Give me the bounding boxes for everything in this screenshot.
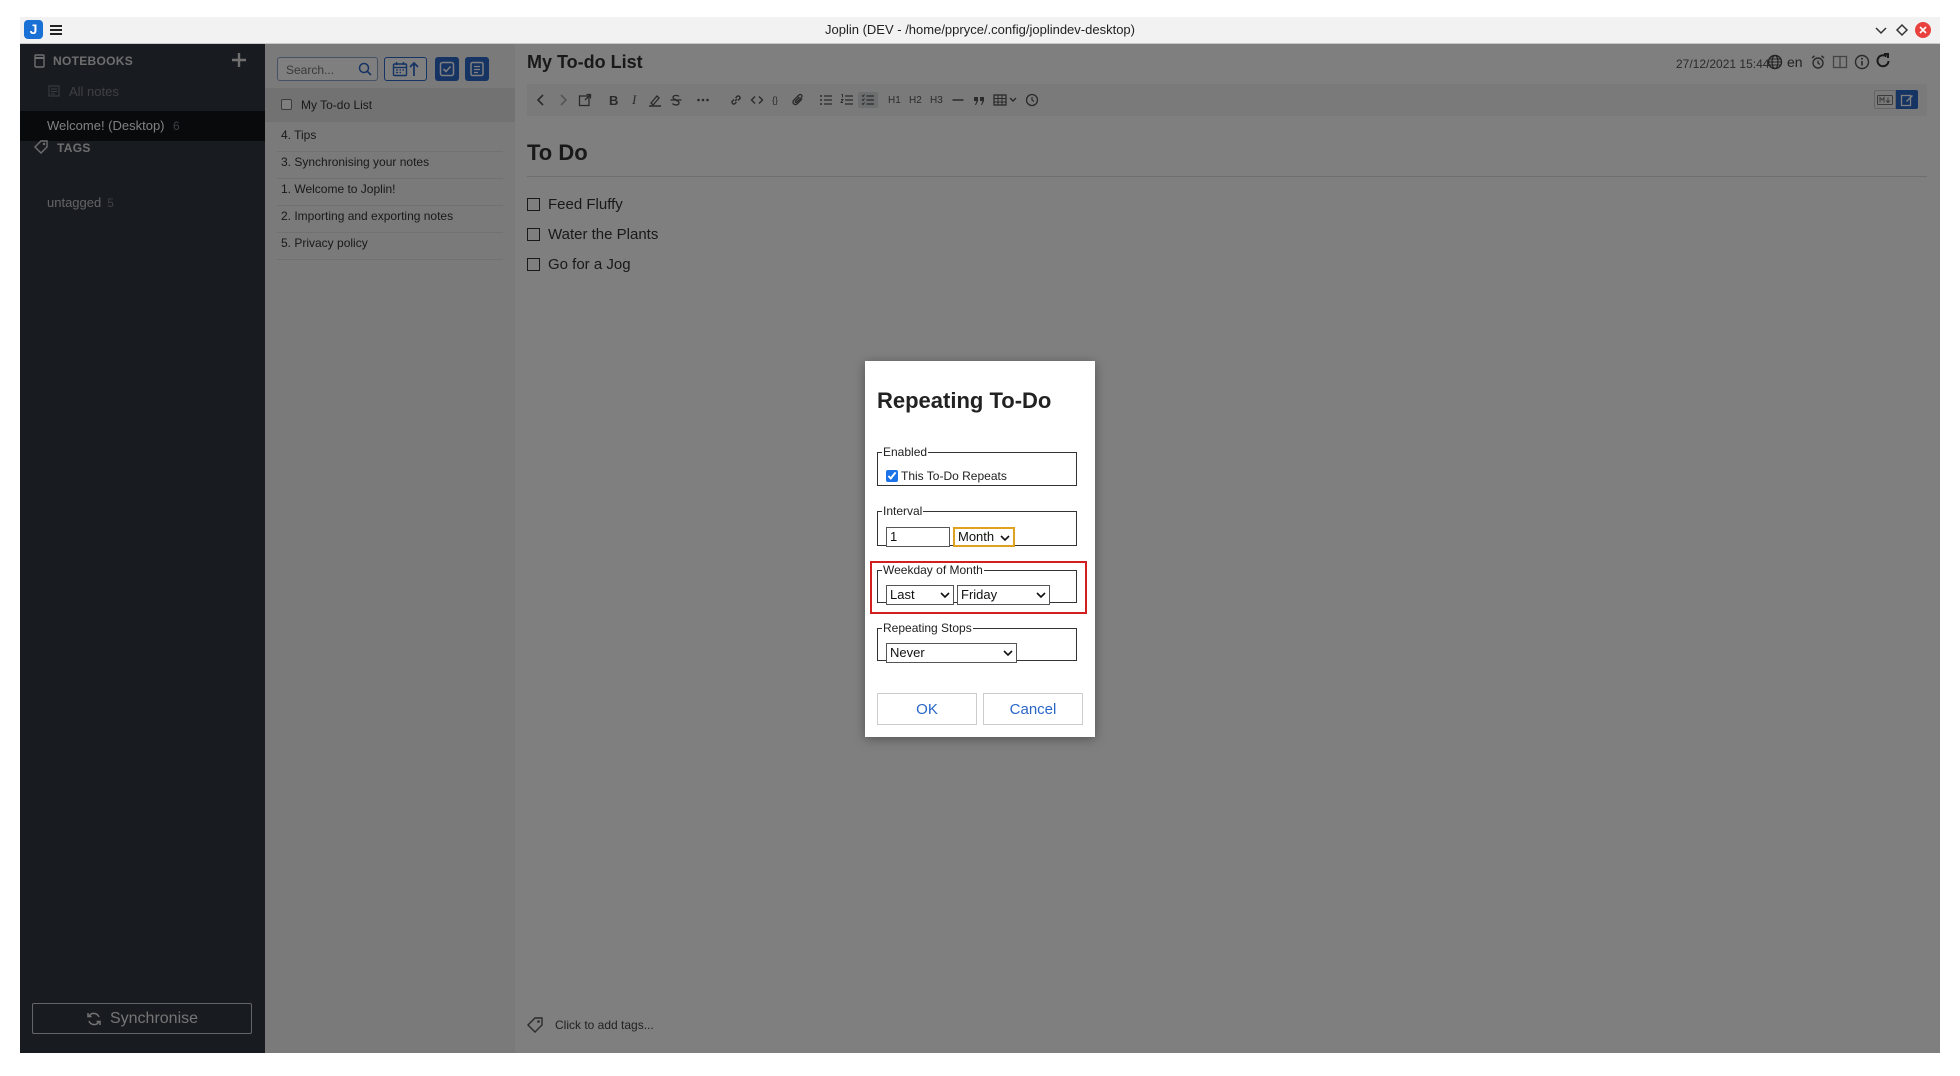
interval-row: 1 Month bbox=[886, 527, 1015, 547]
dialog-title: Repeating To-Do bbox=[877, 388, 1052, 413]
repeat-checkbox[interactable] bbox=[886, 470, 898, 482]
close-window-icon[interactable] bbox=[1914, 21, 1932, 39]
interval-number-input[interactable]: 1 bbox=[886, 527, 950, 547]
repeating-stops-select[interactable]: Never bbox=[886, 643, 1017, 663]
enabled-legend: Enabled bbox=[883, 445, 928, 459]
enabled-group: Enabled This To-Do Repeats bbox=[877, 445, 1077, 486]
stops-row: Never bbox=[886, 643, 1017, 663]
chevron-down-icon bbox=[1003, 649, 1013, 657]
repeating-stops-value: Never bbox=[890, 645, 925, 660]
window-title: Joplin (DEV - /home/ppryce/.config/jopli… bbox=[825, 22, 1135, 37]
ok-button[interactable]: OK bbox=[877, 693, 977, 725]
stops-legend: Repeating Stops bbox=[883, 621, 972, 635]
cancel-button[interactable]: Cancel bbox=[983, 693, 1083, 725]
repeating-todo-dialog: Repeating To-Do Enabled This To-Do Repea… bbox=[865, 361, 1095, 737]
title-bar: J Joplin (DEV - /home/ppryce/.config/jop… bbox=[20, 17, 1940, 44]
annotation-highlight bbox=[870, 561, 1087, 614]
interval-legend: Interval bbox=[883, 504, 923, 518]
interval-group: Interval 1 Month bbox=[877, 504, 1077, 547]
repeat-toggle-row[interactable]: This To-Do Repeats bbox=[886, 469, 1007, 483]
interval-unit-value: Month bbox=[958, 529, 995, 544]
interval-unit-select[interactable]: Month bbox=[953, 527, 1015, 547]
minimize-icon[interactable] bbox=[1872, 21, 1890, 39]
repeat-checkbox-label: This To-Do Repeats bbox=[901, 469, 1007, 483]
maximize-icon[interactable] bbox=[1893, 21, 1911, 39]
chevron-down-icon bbox=[1000, 534, 1010, 542]
repeating-stops-group: Repeating Stops Never bbox=[877, 621, 1077, 663]
